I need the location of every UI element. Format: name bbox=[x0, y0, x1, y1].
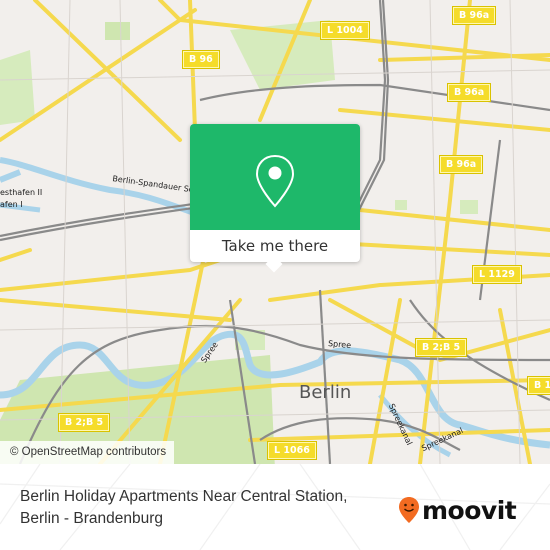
road-label-b2-b5: B 2;B 5 bbox=[414, 338, 468, 357]
park-block bbox=[460, 200, 478, 214]
road-label-b2-b5: B 2;B 5 bbox=[57, 413, 111, 432]
park-block bbox=[105, 22, 130, 40]
road-label-l1066: L 1066 bbox=[267, 441, 317, 460]
road-label-b96a: B 96a bbox=[451, 6, 497, 25]
road-label-b1: B 1 bbox=[526, 376, 550, 395]
map-view[interactable]: L 1004 B 96a B 96 B 96a B 96a L 1129 B 2… bbox=[0, 0, 550, 464]
road-label-b96a: B 96a bbox=[438, 155, 484, 174]
canal-branch bbox=[0, 169, 22, 183]
water-label: esthafen II bbox=[0, 188, 43, 197]
popup-header bbox=[190, 124, 360, 230]
road-label-b96: B 96 bbox=[182, 50, 220, 69]
moovit-wordmark: moovit bbox=[422, 495, 517, 525]
place-name-line1: Berlin Holiday Apartments Near Central S… bbox=[20, 488, 348, 505]
water-label: Spree bbox=[327, 339, 352, 350]
destination-popup: Take me there bbox=[190, 124, 360, 273]
osm-attribution[interactable]: © OpenStreetMap contributors bbox=[0, 441, 175, 464]
moovit-logo[interactable]: moovit bbox=[398, 495, 517, 525]
water-label: afen I bbox=[0, 200, 23, 209]
take-me-there-button[interactable]: Take me there bbox=[190, 230, 360, 262]
park-block bbox=[395, 200, 407, 210]
moovit-smiley-pin-icon bbox=[399, 497, 419, 523]
road-label-l1004: L 1004 bbox=[320, 21, 370, 40]
place-name-line2: Berlin - Brandenburg bbox=[20, 510, 164, 527]
place-name: Berlin Holiday Apartments Near Central S… bbox=[20, 486, 347, 530]
road-label-b96a: B 96a bbox=[446, 83, 492, 102]
map-pin-icon bbox=[255, 154, 295, 208]
road-label-l1129: L 1129 bbox=[472, 265, 522, 284]
footer: Berlin Holiday Apartments Near Central S… bbox=[0, 464, 550, 550]
city-label: Berlin bbox=[299, 382, 352, 403]
park-west bbox=[0, 50, 35, 125]
